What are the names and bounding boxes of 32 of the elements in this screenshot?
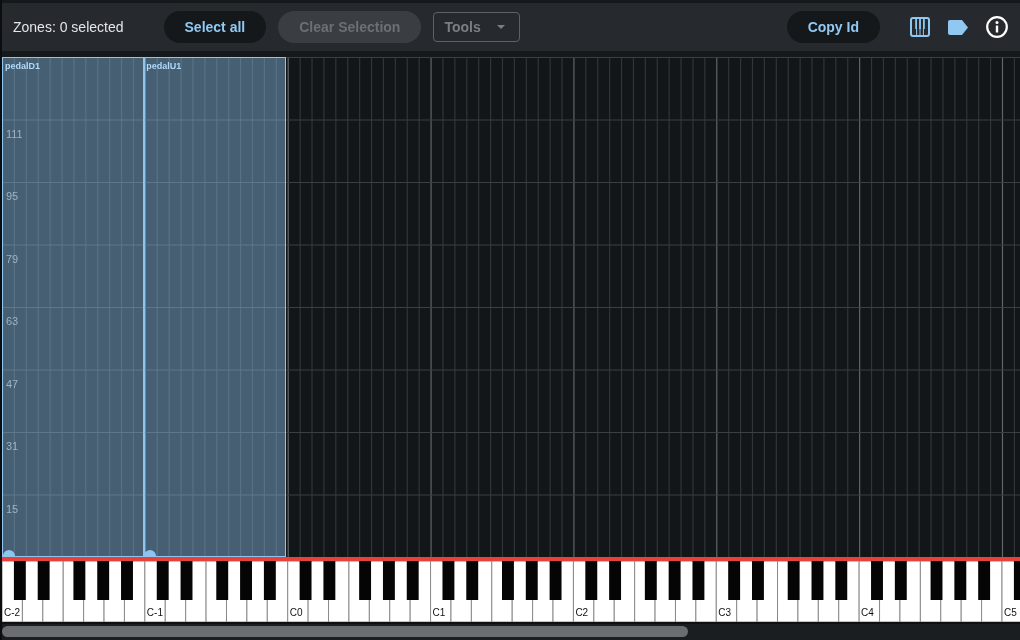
piano-keyboard[interactable] [2, 561, 1020, 622]
octave-label: C-1 [146, 607, 163, 619]
octave-label: C-2 [4, 607, 21, 619]
velocity-label: 79 [6, 252, 19, 265]
tag-icon [948, 19, 968, 35]
scrollbar-thumb[interactable] [2, 626, 688, 637]
zone-label: pedalD1 [5, 61, 40, 71]
velocity-label: 95 [6, 190, 19, 202]
zone-label: pedalU1 [146, 61, 182, 71]
label-view-button[interactable] [948, 19, 968, 35]
handle-icon[interactable] [3, 550, 15, 556]
velocity-label: 111 [6, 127, 23, 140]
selection-status: Zones: 0 selected [13, 19, 124, 35]
velocity-label: 31 [6, 440, 19, 452]
caret-icon [496, 25, 505, 29]
sample-zone[interactable]: pedalU1 [143, 57, 287, 557]
velocity-label: 47 [6, 377, 19, 390]
octave-label: C0 [289, 607, 303, 619]
piano-icon [910, 17, 930, 37]
info-button[interactable] [986, 16, 1008, 38]
octave-label: C5 [1003, 607, 1017, 619]
toolbar-button[interactable]: Select all [163, 11, 267, 43]
keyboard-view-button[interactable] [910, 17, 930, 37]
copy-id-button[interactable]: Copy Id [786, 11, 880, 43]
octave-label: C4 [861, 607, 874, 619]
octave-label: C3 [718, 607, 731, 619]
velocity-label: 63 [6, 315, 19, 327]
octave-label: C2 [575, 607, 589, 619]
octave-label: C1 [432, 607, 446, 619]
handle-icon[interactable] [144, 550, 157, 556]
info-icon [986, 16, 1008, 38]
velocity-label: 15 [6, 502, 19, 515]
